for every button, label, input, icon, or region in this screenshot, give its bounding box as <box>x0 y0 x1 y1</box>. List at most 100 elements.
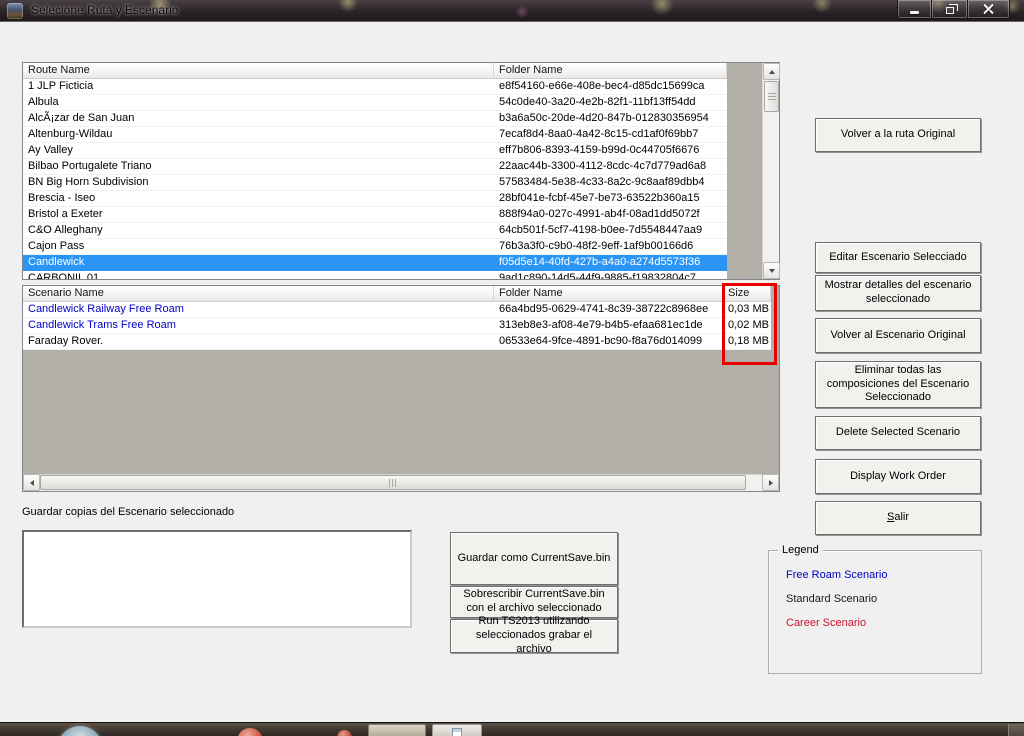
arrow-right-icon <box>769 480 773 486</box>
route-row[interactable]: AlcÃ¡zar de San Juan b3a6a50c-20de-4d20-… <box>23 111 727 127</box>
column-header-folder-name[interactable]: Folder Name <box>494 286 723 301</box>
route-row[interactable]: 1 JLP Ficticia e8f54160-e66e-408e-bec4-d… <box>23 79 727 95</box>
route-row[interactable]: Altenburg-Wildau 7ecaf8d4-8aa0-4a42-8c15… <box>23 127 727 143</box>
route-row[interactable]: Bristol a Exeter 888f94a0-027c-4991-ab4f… <box>23 207 727 223</box>
scenario-row[interactable]: Faraday Rover. 06533e64-9fce-4891-bc90-f… <box>23 334 771 350</box>
route-row[interactable]: Cajon Pass 76b3a3f0-c9b0-48f2-9eff-1af9b… <box>23 239 727 255</box>
scenario-folder: 66a4bd95-0629-4741-8c39-38722c8968ee <box>494 302 723 317</box>
close-icon <box>982 3 995 16</box>
route-row[interactable]: C&O Alleghany 64cb501f-5cf7-4198-b0ee-7d… <box>23 223 727 239</box>
scenario-name: Candlewick Railway Free Roam <box>23 302 494 317</box>
route-folder: eff7b806-8393-4159-b99d-0c44705f6676 <box>494 143 727 158</box>
window-title: Selecione Ruta y Escenario <box>31 3 178 17</box>
arrow-down-icon <box>769 269 775 273</box>
route-name: Altenburg-Wildau <box>23 127 494 142</box>
scenario-folder: 313eb8e3-af08-4e79-b4b5-efaa681ec1de <box>494 318 723 333</box>
route-folder: 888f94a0-027c-4991-ab4f-08ad1dd5072f <box>494 207 727 222</box>
route-folder: 28bf041e-fcbf-45e7-be73-63522b360a15 <box>494 191 727 206</box>
route-list-header: Route Name Folder Name <box>23 63 727 79</box>
route-list-body: 1 JLP Ficticia e8f54160-e66e-408e-bec4-d… <box>23 79 727 279</box>
scenario-size: 0,02 MB <box>723 318 771 333</box>
scroll-down-button[interactable] <box>763 262 780 279</box>
close-button[interactable] <box>967 0 1010 19</box>
route-folder: 57583484-5e38-4c33-8a2c-9c8aaf89dbb4 <box>494 175 727 190</box>
route-folder: b3a6a50c-20de-4d20-847b-012830356954 <box>494 111 727 126</box>
red-tray-icon[interactable] <box>337 730 352 736</box>
scenario-list-header: Scenario Name Folder Name Size <box>23 286 771 302</box>
restore-button[interactable] <box>932 0 967 19</box>
explorer-window-button[interactable] <box>432 724 482 736</box>
route-name: Brescia - Iseo <box>23 191 494 206</box>
volver-ruta-original-button[interactable]: Volver a la ruta Original <box>815 118 981 152</box>
route-row[interactable]: Brescia - Iseo 28bf041e-fcbf-45e7-be73-6… <box>23 191 727 207</box>
route-folder: e8f54160-e66e-408e-bec4-d85dc15699ca <box>494 79 727 94</box>
route-name: BN Big Horn Subdivision <box>23 175 494 190</box>
route-row[interactable]: Ay Valley eff7b806-8393-4159-b99d-0c4470… <box>23 143 727 159</box>
route-list: Route Name Folder Name 1 JLP Ficticia e8… <box>22 62 780 280</box>
save-copies-label: Guardar copias del Escenario seleccionad… <box>22 506 234 518</box>
route-list-vertical-scrollbar[interactable] <box>762 63 779 279</box>
route-folder: f05d5e14-40fd-427b-a4a0-a274d5573f36 <box>494 255 727 270</box>
route-folder: 76b3a3f0-c9b0-48f2-9eff-1af9b00166d6 <box>494 239 727 254</box>
mostrar-detalles-button[interactable]: Mostrar detalles del escenario seleccion… <box>815 275 981 311</box>
column-header-folder-name[interactable]: Folder Name <box>494 63 727 78</box>
start-orb-icon[interactable] <box>57 726 103 736</box>
route-row[interactable]: BN Big Horn Subdivision 57583484-5e38-4c… <box>23 175 727 191</box>
route-name: CARBONIL 01 <box>23 271 494 279</box>
route-name: Ay Valley <box>23 143 494 158</box>
scrollbar-thumb[interactable] <box>764 81 779 112</box>
column-header-size[interactable]: Size <box>723 286 771 301</box>
route-row[interactable]: Albula 54c0de40-3a20-4e2b-82f1-11bf13ff5… <box>23 95 727 111</box>
window-controls <box>897 0 1010 19</box>
route-folder: 22aac44b-3300-4112-8cdc-4c7d779ad6a8 <box>494 159 727 174</box>
app-icon <box>7 3 23 19</box>
saved-copies-listbox[interactable] <box>22 530 412 628</box>
legend-item-standard: Standard Scenario <box>786 593 877 605</box>
editar-escenario-button[interactable]: Editar Escenario Selecciado <box>815 242 981 273</box>
route-row-selected[interactable]: Candlewick f05d5e14-40fd-427b-a4a0-a274d… <box>23 255 727 271</box>
scenario-row[interactable]: Candlewick Railway Free Roam 66a4bd95-06… <box>23 302 771 318</box>
legend-item-free-roam: Free Roam Scenario <box>786 569 888 581</box>
run-ts2013-button[interactable]: Run TS2013 utilizando seleccionados grab… <box>450 619 618 653</box>
route-folder: 64cb501f-5cf7-4198-b0ee-7d5548447aa9 <box>494 223 727 238</box>
legend-item-career: Career Scenario <box>786 617 866 629</box>
scrollbar-thumb[interactable] <box>40 475 746 490</box>
scenario-row[interactable]: Candlewick Trams Free Roam 313eb8e3-af08… <box>23 318 771 334</box>
route-name: Albula <box>23 95 494 110</box>
dialog-client-area: Route Name Folder Name 1 JLP Ficticia e8… <box>0 22 1024 722</box>
route-row-partial[interactable]: CARBONIL 01 9ad1c890-14d5-44f9-9885-f198… <box>23 271 727 279</box>
scenario-size: 0,18 MB <box>723 334 771 349</box>
red-app-icon[interactable] <box>237 728 263 736</box>
delete-selected-scenario-button[interactable]: Delete Selected Scenario <box>815 416 981 450</box>
eliminar-composiciones-button[interactable]: Eliminar todas las composiciones del Esc… <box>815 361 981 408</box>
scroll-right-button[interactable] <box>762 474 779 491</box>
scroll-left-button[interactable] <box>23 474 40 491</box>
route-folder: 54c0de40-3a20-4e2b-82f1-11bf13ff54dd <box>494 95 727 110</box>
route-row[interactable]: Bilbao Portugalete Triano 22aac44b-3300-… <box>23 159 727 175</box>
scroll-up-button[interactable] <box>763 63 780 80</box>
volver-escenario-original-button[interactable]: Volver al Escenario Original <box>815 318 981 353</box>
window-icon <box>452 728 462 736</box>
show-desktop-button[interactable] <box>1008 724 1024 736</box>
sobrescribir-currentsave-button[interactable]: Sobrescribir CurrentSave.bin con el arch… <box>450 586 618 618</box>
scenario-list: Scenario Name Folder Name Size Candlewic… <box>22 285 780 492</box>
route-name: Cajon Pass <box>23 239 494 254</box>
scenario-list-horizontal-scrollbar[interactable] <box>23 474 779 491</box>
minimize-button[interactable] <box>897 0 932 19</box>
window-titlebar: Selecione Ruta y Escenario <box>0 0 1024 22</box>
route-name: 1 JLP Ficticia <box>23 79 494 94</box>
route-folder: 7ecaf8d4-8aa0-4a42-8c15-cd1af0f69bb7 <box>494 127 727 142</box>
scenario-size: 0,03 MB <box>723 302 771 317</box>
scenario-name: Candlewick Trams Free Roam <box>23 318 494 333</box>
salir-button[interactable]: Salir <box>815 501 981 535</box>
route-name: Bilbao Portugalete Triano <box>23 159 494 174</box>
arrow-up-icon <box>769 70 775 74</box>
display-work-order-button[interactable]: Display Work Order <box>815 459 981 494</box>
taskbar <box>0 722 1024 736</box>
column-header-scenario-name[interactable]: Scenario Name <box>23 286 494 301</box>
guardar-currentsave-button[interactable]: Guardar como CurrentSave.bin <box>450 532 618 585</box>
column-header-route-name[interactable]: Route Name <box>23 63 494 78</box>
scenario-list-body: Candlewick Railway Free Roam 66a4bd95-06… <box>23 302 771 350</box>
legend-groupbox: Legend Free Roam Scenario Standard Scena… <box>768 550 982 674</box>
taskbar-window-button[interactable] <box>368 724 426 736</box>
